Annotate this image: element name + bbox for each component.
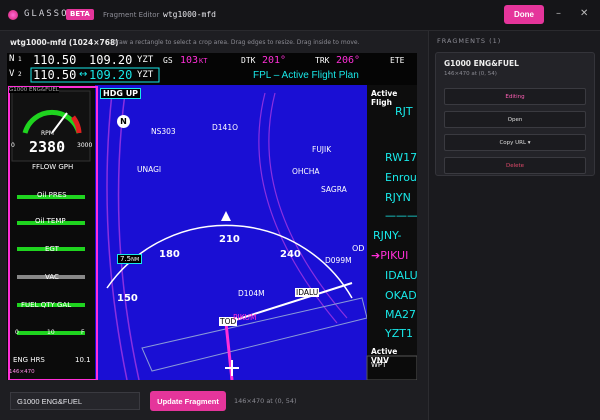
fpl-item: RJT: [395, 105, 413, 118]
fpl-item: Enrout: [385, 171, 417, 184]
gs-unit: KT: [199, 57, 208, 65]
editor-title: wtg1000-mfd (1024×768): [10, 38, 119, 47]
waypoint-label: UNAGI: [137, 165, 162, 174]
fuel-scale-0: 0: [15, 329, 19, 336]
editing-button[interactable]: Editing: [444, 88, 586, 105]
north-arrow-icon: N: [117, 115, 130, 128]
rpm-min: 0: [11, 142, 15, 149]
map-range-value: 7.5: [120, 255, 132, 263]
mfd-display: [7, 53, 417, 380]
fpl-item: YZT1: [385, 327, 413, 340]
compass-label: 240: [280, 249, 301, 260]
nav1-label: N: [9, 54, 15, 64]
vac-label: VAC: [45, 273, 59, 281]
waypoint-label: D104M: [238, 289, 265, 298]
oil-temp-label: Oil TEMP: [35, 217, 66, 225]
beta-badge: BETA: [66, 9, 94, 20]
ete-label: ETE: [390, 56, 405, 65]
fragment-coords: 146×470 at (0, 54): [234, 397, 297, 405]
open-button[interactable]: Open: [444, 111, 586, 128]
fuel-scale-f: F: [81, 329, 85, 336]
waypoint-label: D141O: [212, 123, 238, 132]
nav1-standby: 109.20: [89, 53, 133, 67]
fragment-name-input[interactable]: [10, 392, 140, 410]
vnv-wpt-label: WPT: [371, 361, 387, 369]
nav2-id: YZT: [137, 70, 154, 80]
delete-button[interactable]: Delete: [444, 157, 586, 174]
fpl-item: IDALU: [385, 269, 417, 282]
fragments-title: FRAGMENTS (1): [437, 37, 502, 45]
nav1-active: 110.50: [33, 53, 77, 67]
compass-label: 210: [219, 234, 240, 245]
trk-label: TRK: [315, 56, 330, 65]
fpl-item: ———: [385, 209, 417, 222]
selection-label: G1000 ENG&FUEL: [9, 87, 59, 93]
fragments-panel: FRAGMENTS (1) G1000 ENG&FUEL 146×470 at …: [428, 31, 600, 420]
minimize-icon[interactable]: –: [556, 8, 561, 19]
oil-pres-label: Oil PRES: [37, 191, 67, 199]
nav1-id: YZT: [137, 55, 154, 65]
waypoint-label: D099M: [325, 256, 352, 265]
gs-value: 103: [180, 55, 199, 66]
fpl-item: RJNY-: [373, 229, 402, 242]
fpl-item: RW17: [385, 151, 417, 164]
eng-hrs-label: ENG HRS: [13, 356, 45, 364]
nav2-active: 110.50: [33, 68, 77, 82]
fpl-item: RJYN: [385, 191, 411, 204]
fragment-card[interactable]: G1000 ENG&FUEL 146×470 at (0, 54) Editin…: [435, 52, 595, 176]
breadcrumb-section: Fragment Editor: [103, 11, 160, 19]
breadcrumb-file: wtg1000-mfd: [163, 10, 216, 19]
swap-arrow-icon: ↔: [79, 69, 88, 80]
rpm-value: 2380: [29, 138, 66, 156]
fpl-title: FPL – Active Flight Plan: [253, 70, 359, 81]
hdg-up-badge: HDG UP: [100, 88, 142, 99]
waypoint-label: FUJIK: [312, 145, 332, 154]
editor-hint: Draw a rectangle to select a crop area. …: [112, 39, 360, 46]
fuel-scale-10: 10: [47, 329, 55, 336]
fflow-label: FFLOW GPH: [32, 163, 74, 171]
rpm-label: RPM: [41, 130, 54, 137]
nav2-standby: 109.20: [89, 68, 133, 82]
map-range-unit: NM: [131, 257, 140, 263]
trk-value: 206°: [336, 55, 361, 66]
fragment-card-name: G1000 ENG&FUEL: [444, 59, 519, 68]
compass-label: 150: [117, 293, 138, 304]
waypoint-label: OHCHA: [292, 167, 320, 176]
fpl-item-active: ➔PIKUI: [371, 249, 409, 262]
map-range-box[interactable]: 7.5NM: [117, 254, 143, 264]
fuel-qty-label: FUEL QTY GAL: [21, 301, 72, 309]
dtk-label: DTK: [241, 56, 256, 65]
gs-label: GS: [163, 56, 173, 65]
dtk-value: 201°: [262, 55, 287, 66]
copy-url-button[interactable]: Copy URL ▾: [444, 134, 586, 151]
waypoint-label: IDALU: [295, 288, 320, 297]
title-bar: GLASSOUT BETA Fragment Editor wtg1000-mf…: [0, 0, 600, 31]
done-button[interactable]: Done: [504, 5, 544, 24]
fragment-bar: Update Fragment 146×470 at (0, 54): [0, 386, 428, 420]
selection-size: 146×470: [9, 369, 35, 375]
fpl-item: MA27: [385, 308, 417, 321]
egt-label: EGT: [45, 245, 59, 253]
screenshot-canvas[interactable]: N 1 110.50 109.20 YZT V 2 110.50 ↔ 109.2…: [7, 53, 417, 380]
waypoint-label: NS303: [151, 127, 176, 136]
nav2-num: 2: [18, 71, 22, 78]
nav2-label: V: [9, 69, 15, 79]
fragment-card-meta: 146×470 at (0, 54): [444, 71, 497, 77]
compass-label: 180: [159, 249, 180, 260]
logo-icon: [8, 10, 18, 20]
waypoint-label: SAGRA: [321, 185, 347, 194]
close-icon[interactable]: ✕: [580, 8, 588, 19]
compass-label: OD: [352, 244, 365, 253]
fpl-item: OKAD: [385, 289, 417, 302]
rpm-max: 3000: [77, 142, 93, 149]
nav1-num: 1: [18, 56, 22, 63]
waypoint-label: PIKUM: [233, 313, 257, 322]
eng-hrs-value: 10.1: [75, 356, 91, 364]
update-fragment-button[interactable]: Update Fragment: [150, 391, 226, 411]
